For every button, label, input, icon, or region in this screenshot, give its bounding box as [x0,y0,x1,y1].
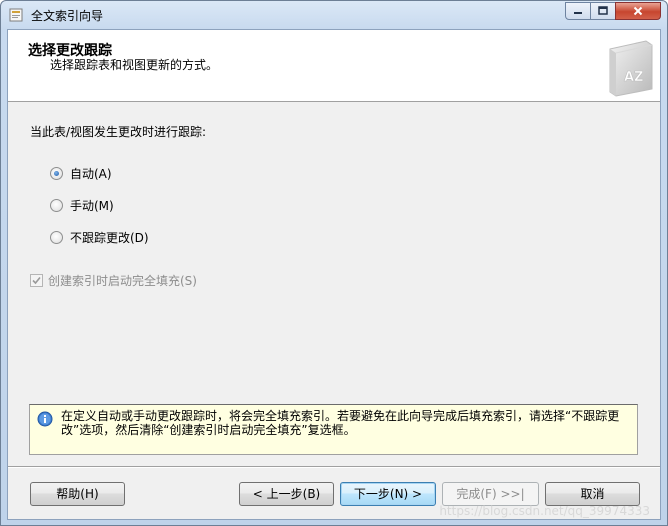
finish-button: 完成(F) >>| [442,482,539,506]
back-button[interactable]: < 上一步(B) [239,482,334,506]
close-icon [633,6,643,16]
svg-text:AZ: AZ [624,70,644,85]
radio-label-manual: 手动(M) [70,199,114,213]
maximize-icon [598,6,608,15]
wizard-window: 全文索引向导 选择更改跟踪 选择跟踪表和视图更新的方式。 AZ 当此表/视图发生… [0,0,668,526]
title-bar[interactable]: 全文索引向导 [1,1,667,29]
book-icon: AZ [609,40,653,97]
info-text: 在定义自动或手动更改跟踪时，将会完全填充索引。若要避免在此向导完成后填充索引，请… [61,409,620,437]
radio-do-not-track[interactable]: 不跟踪更改(D) [50,229,149,246]
window-title: 全文索引向导 [31,9,104,23]
info-icon [37,411,53,427]
cancel-button[interactable]: 取消 [545,482,640,506]
tracking-prompt: 当此表/视图发生更改时进行跟踪: [30,125,207,139]
checkmark-icon [32,276,41,285]
app-icon [9,8,23,22]
radio-automatic[interactable]: 自动(A) [50,165,112,182]
full-population-label: 创建索引时启动完全填充(S) [48,274,197,288]
minimize-button[interactable] [565,2,591,20]
next-button[interactable]: 下一步(N) > [340,482,436,506]
button-area-separator [8,466,660,468]
radio-label-do-not-track: 不跟踪更改(D) [70,231,149,245]
radio-indicator[interactable] [50,199,63,212]
wizard-client-area: 选择更改跟踪 选择跟踪表和视图更新的方式。 AZ 当此表/视图发生更改时进行跟踪… [7,29,661,520]
full-population-checkbox [30,274,43,287]
radio-label-automatic: 自动(A) [70,167,112,181]
wizard-header: 选择更改跟踪 选择跟踪表和视图更新的方式。 AZ [8,30,660,102]
help-button[interactable]: 帮助(H) [30,482,125,506]
page-subtitle: 选择跟踪表和视图更新的方式。 [50,58,219,72]
minimize-icon [574,12,582,14]
radio-indicator[interactable] [50,231,63,244]
radio-manual[interactable]: 手动(M) [50,197,114,214]
full-population-checkbox-row: 创建索引时启动完全填充(S) [30,272,197,289]
maximize-button[interactable] [590,2,616,20]
caption-buttons [565,2,661,22]
close-button[interactable] [615,2,661,20]
info-panel: 在定义自动或手动更改跟踪时，将会完全填充索引。若要避免在此向导完成后填充索引，请… [29,404,638,455]
watermark-text: https://blog.csdn.net/qq_39974333 [439,504,650,518]
radio-indicator-selected[interactable] [50,167,63,180]
